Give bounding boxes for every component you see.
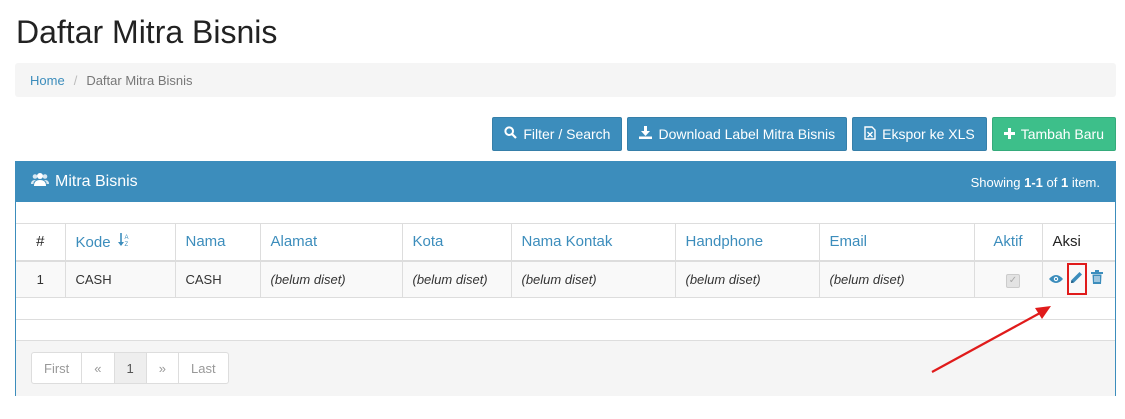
add-new-label: Tambah Baru bbox=[1020, 126, 1104, 142]
pencil-icon[interactable] bbox=[1070, 271, 1083, 288]
partners-table: # Kode AZ Nama Alamat Kota Nama Kontak H… bbox=[16, 223, 1115, 298]
panel-heading: Mitra Bisnis Showing 1-1 of 1 item. bbox=[16, 162, 1115, 202]
panel-title-text: Mitra Bisnis bbox=[55, 173, 138, 190]
cell-number: 1 bbox=[16, 260, 65, 298]
panel-summary: Showing 1-1 of 1 item. bbox=[971, 175, 1100, 190]
summary-suffix: item. bbox=[1068, 174, 1100, 190]
search-icon bbox=[504, 126, 518, 142]
sort-alpha-icon: AZ bbox=[117, 232, 130, 251]
filter-search-button[interactable]: Filter / Search bbox=[492, 117, 623, 151]
breadcrumb: Home / Daftar Mitra Bisnis bbox=[15, 63, 1116, 97]
table-row: 1 CASH CASH (belum diset) (belum diset) … bbox=[16, 260, 1116, 298]
header-email[interactable]: Email bbox=[818, 223, 974, 262]
toolbar: Filter / Search Download Label Mitra Bis… bbox=[492, 117, 1116, 151]
cell-aksi bbox=[1041, 260, 1116, 298]
cell-kode: CASH bbox=[64, 260, 175, 298]
pagination-next[interactable]: » bbox=[145, 352, 179, 384]
edit-highlight-box bbox=[1066, 263, 1087, 296]
summary-prefix: Showing bbox=[970, 174, 1025, 190]
download-label-button[interactable]: Download Label Mitra Bisnis bbox=[627, 117, 848, 151]
breadcrumb-home-link[interactable]: Home bbox=[30, 73, 65, 88]
active-checkbox: ✓ bbox=[1006, 273, 1020, 288]
cell-alamat: (belum diset) bbox=[259, 260, 402, 298]
header-kode[interactable]: Kode AZ bbox=[64, 223, 175, 262]
export-xls-button[interactable]: Ekspor ke XLS bbox=[852, 117, 987, 151]
pagination-last[interactable]: Last bbox=[177, 352, 229, 384]
download-label-text: Download Label Mitra Bisnis bbox=[658, 126, 836, 142]
header-handphone[interactable]: Handphone bbox=[674, 223, 819, 262]
file-excel-icon bbox=[864, 125, 876, 143]
pagination-prev[interactable]: « bbox=[81, 352, 115, 384]
summary-of: of bbox=[1042, 174, 1061, 190]
pagination: First « 1 » Last bbox=[31, 352, 229, 384]
svg-text:Z: Z bbox=[124, 242, 128, 247]
table-header-row: # Kode AZ Nama Alamat Kota Nama Kontak H… bbox=[16, 223, 1115, 262]
table-divider bbox=[16, 319, 1115, 320]
cell-handphone: (belum diset) bbox=[674, 260, 819, 298]
cell-aktif: ✓ bbox=[973, 260, 1042, 298]
add-new-button[interactable]: Tambah Baru bbox=[991, 117, 1116, 151]
breadcrumb-separator: / bbox=[73, 72, 78, 88]
panel-title: Mitra Bisnis bbox=[31, 173, 138, 191]
breadcrumb-current: Daftar Mitra Bisnis bbox=[86, 72, 193, 88]
cell-nama: CASH bbox=[174, 260, 260, 298]
export-xls-label: Ekspor ke XLS bbox=[882, 126, 975, 142]
partners-panel: Mitra Bisnis Showing 1-1 of 1 item. # Ko… bbox=[15, 161, 1116, 396]
users-icon bbox=[31, 173, 49, 191]
pagination-page-1[interactable]: 1 bbox=[113, 352, 147, 384]
eye-icon[interactable] bbox=[1048, 271, 1063, 288]
row-actions bbox=[1048, 263, 1116, 296]
header-alamat[interactable]: Alamat bbox=[259, 223, 402, 262]
download-icon bbox=[639, 126, 653, 142]
filter-search-label: Filter / Search bbox=[523, 126, 611, 142]
header-nama-kontak[interactable]: Nama Kontak bbox=[510, 223, 675, 262]
panel-footer: First « 1 » Last bbox=[16, 340, 1115, 396]
plus-icon bbox=[1003, 127, 1015, 142]
pagination-first[interactable]: First bbox=[31, 352, 83, 384]
cell-kota: (belum diset) bbox=[401, 260, 511, 298]
header-aksi: Aksi bbox=[1041, 223, 1115, 262]
header-aktif[interactable]: Aktif bbox=[973, 223, 1042, 262]
header-number: # bbox=[16, 223, 65, 262]
header-nama[interactable]: Nama bbox=[174, 223, 260, 262]
cell-email: (belum diset) bbox=[818, 260, 974, 298]
page-title: Daftar Mitra Bisnis bbox=[16, 14, 278, 50]
header-kota[interactable]: Kota bbox=[401, 223, 511, 262]
summary-range: 1-1 bbox=[1024, 174, 1043, 190]
trash-icon[interactable] bbox=[1090, 270, 1103, 288]
svg-text:A: A bbox=[124, 235, 128, 241]
header-kode-label: Kode bbox=[75, 233, 111, 251]
cell-nama-kontak: (belum diset) bbox=[510, 260, 675, 298]
